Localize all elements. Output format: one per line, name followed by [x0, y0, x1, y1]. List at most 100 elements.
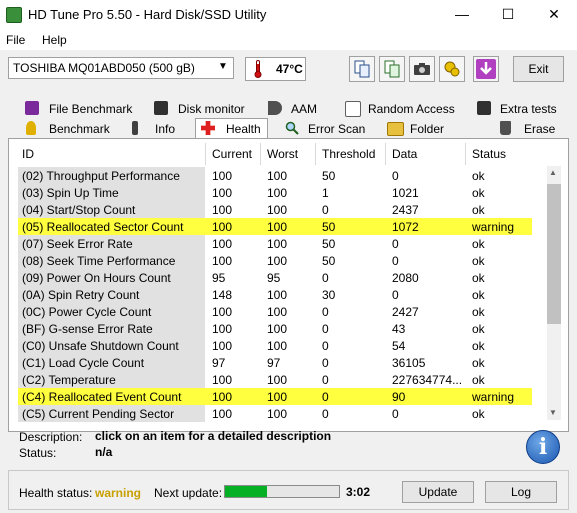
health-cross-icon [201, 121, 215, 135]
maximize-button[interactable]: ☐ [485, 0, 531, 30]
info-button[interactable]: i [526, 430, 560, 464]
cell-status: warning [472, 220, 515, 234]
cell-threshold: 0 [322, 203, 329, 217]
tab-aam[interactable]: AAM [268, 99, 338, 119]
tab-random-access[interactable]: Random Access [345, 99, 455, 119]
log-button[interactable]: Log [485, 481, 557, 503]
table-row[interactable]: (0A) Spin Retry Count 148 100 30 0 ok [18, 286, 532, 303]
tab-erase[interactable]: Erase [500, 119, 560, 139]
scroll-thumb[interactable] [547, 184, 561, 324]
scroll-up-icon[interactable]: ▲ [549, 168, 557, 177]
cell-status: ok [472, 288, 485, 302]
tab-benchmark[interactable]: Benchmark [23, 119, 113, 139]
screenshot-button[interactable] [409, 56, 435, 82]
tab-label: AAM [291, 102, 318, 116]
copy-button[interactable] [349, 56, 375, 82]
download-button[interactable] [473, 56, 499, 82]
table-row[interactable]: (0C) Power Cycle Count 100 100 0 2427 ok [18, 303, 532, 320]
copy-info-button[interactable] [379, 56, 405, 82]
cell-threshold: 1 [322, 186, 329, 200]
cell-worst: 100 [267, 373, 288, 387]
cell-id: (07) Seek Error Rate [22, 237, 133, 251]
tab-file-benchmark[interactable]: File Benchmark [23, 99, 133, 119]
cell-id: (C2) Temperature [22, 373, 116, 387]
cell-id: (04) Start/Stop Count [22, 203, 136, 217]
tab-error-scan[interactable]: Error Scan [285, 119, 370, 139]
table-row[interactable]: (03) Spin Up Time 100 100 1 1021 ok [18, 184, 532, 201]
scroll-down-icon[interactable]: ▼ [549, 408, 557, 417]
column-header-worst[interactable]: Worst [267, 147, 298, 161]
menu-help[interactable]: Help [42, 33, 67, 47]
cell-threshold: 0 [322, 356, 329, 370]
cell-data: 0 [392, 254, 399, 268]
table-row[interactable]: (09) Power On Hours Count 95 95 0 2080 ok [18, 269, 532, 286]
column-header-data[interactable]: Data [392, 147, 417, 161]
table-row[interactable]: (04) Start/Stop Count 100 100 0 2437 ok [18, 201, 532, 218]
drive-select[interactable]: TOSHIBA MQ01ABD050 (500 gB) [8, 57, 234, 79]
cell-status: ok [472, 169, 485, 183]
column-header-id[interactable]: ID [22, 147, 34, 161]
column-header-threshold[interactable]: Threshold [322, 147, 375, 161]
table-row[interactable]: (02) Throughput Performance 100 100 50 0 ok [18, 167, 532, 184]
cell-current: 100 [212, 254, 233, 268]
table-row[interactable]: (C5) Current Pending Sector 100 100 0 0 ok [18, 405, 532, 422]
cell-current: 100 [212, 237, 233, 251]
tab-extra-tests[interactable]: Extra tests [477, 99, 569, 119]
column-divider [315, 143, 316, 165]
cell-id: (C1) Load Cycle Count [22, 356, 145, 370]
tab-label: Random Access [368, 102, 455, 116]
table-row[interactable]: (07) Seek Error Rate 100 100 50 0 ok [18, 235, 532, 252]
table-row[interactable]: (C1) Load Cycle Count 97 97 0 36105 ok [18, 354, 532, 371]
health-status-value: warning [95, 486, 142, 500]
file-benchmark-icon [25, 101, 39, 115]
tab-label: Info [155, 122, 176, 136]
tab-health[interactable]: Health [195, 118, 268, 139]
cell-current: 100 [212, 407, 233, 421]
minimize-button[interactable]: — [439, 0, 485, 30]
table-row[interactable]: (C0) Unsafe Shutdown Count 100 100 0 54 ok [18, 337, 532, 354]
close-button[interactable]: ✕ [531, 0, 577, 30]
exit-button[interactable]: Exit [513, 56, 564, 82]
cell-worst: 95 [267, 271, 281, 285]
cell-worst: 100 [267, 254, 288, 268]
menu-file[interactable]: File [6, 33, 25, 47]
cell-status: ok [472, 305, 485, 319]
table-row[interactable]: (C4) Reallocated Event Count 100 100 0 90 war… [18, 388, 532, 405]
cell-threshold: 0 [322, 373, 329, 387]
cell-data: 0 [392, 169, 399, 183]
cell-data: 43 [392, 322, 406, 336]
table-row[interactable]: (C2) Temperature 100 100 0 227634774... ok [18, 371, 532, 388]
column-header-current[interactable]: Current [212, 147, 252, 161]
disk-monitor-icon [154, 101, 168, 115]
column-header-status[interactable]: Status [472, 147, 506, 161]
table-row[interactable]: (08) Seek Time Performance 100 100 50 0 ok [18, 252, 532, 269]
tab-folder-usage[interactable]: Folder Usage [387, 119, 482, 150]
cell-id: (09) Power On Hours Count [22, 271, 171, 285]
cell-current: 100 [212, 186, 233, 200]
cell-id: (0A) Spin Retry Count [22, 288, 140, 302]
tab-info[interactable]: Info [132, 119, 182, 139]
options-button[interactable] [439, 56, 465, 82]
tab-disk-monitor[interactable]: Disk monitor [154, 99, 254, 119]
cell-data: 227634774... [392, 373, 463, 387]
cell-status: ok [472, 407, 485, 421]
cell-threshold: 0 [322, 390, 329, 404]
table-row[interactable]: (05) Reallocated Sector Count 100 100 50 107… [18, 218, 532, 235]
tab-label: Health [226, 122, 261, 136]
cell-current: 100 [212, 169, 233, 183]
tab-label: Disk monitor [178, 102, 245, 116]
update-button[interactable]: Update [402, 481, 474, 503]
tab-label: File Benchmark [49, 102, 133, 116]
table-row[interactable]: (BF) G-sense Error Rate 100 100 0 43 ok [18, 320, 532, 337]
magnifier-icon [285, 121, 299, 135]
cell-data: 0 [392, 237, 399, 251]
cell-status: ok [472, 254, 485, 268]
cell-data: 54 [392, 339, 406, 353]
cell-worst: 100 [267, 237, 288, 251]
cell-data: 1072 [392, 220, 419, 234]
cell-threshold: 50 [322, 169, 336, 183]
download-icon [476, 59, 496, 79]
menu-bar [0, 30, 577, 50]
status-label: Status: [19, 446, 57, 460]
cell-worst: 100 [267, 203, 288, 217]
